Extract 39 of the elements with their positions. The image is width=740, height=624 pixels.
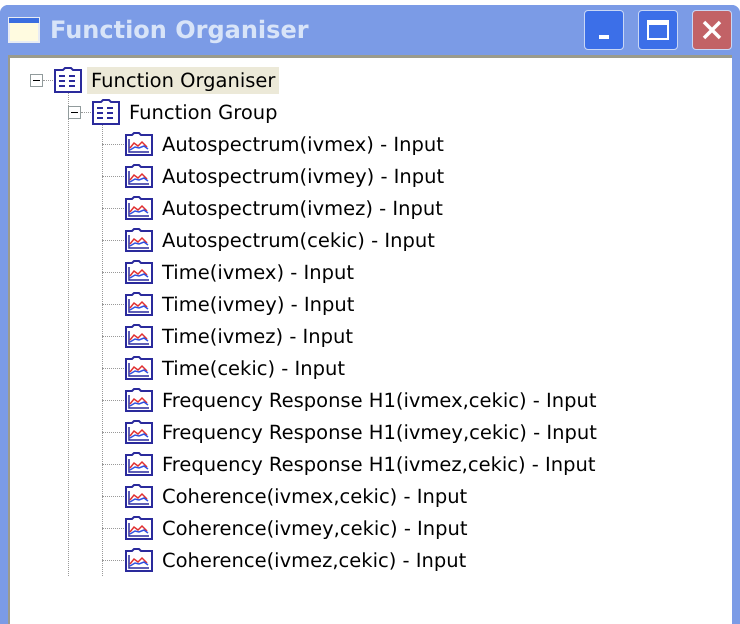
close-icon (700, 18, 724, 42)
tree-item[interactable]: Function Organiser (87, 66, 280, 94)
chart-icon (124, 227, 154, 253)
tree-item[interactable]: Frequency Response H1(ivmez,cekic) - Input (158, 450, 600, 478)
chart-icon (124, 387, 154, 413)
tree-item[interactable]: Frequency Response H1(ivmey,cekic) - Input (158, 418, 601, 446)
chart-icon (124, 547, 154, 573)
collapse-toggle[interactable] (30, 74, 43, 86)
chart-icon (124, 355, 154, 381)
tree-item[interactable]: Autospectrum(ivmex) - Input (158, 130, 448, 158)
chart-icon (124, 515, 154, 541)
tree-item[interactable]: Time(ivmey) - Input (158, 290, 358, 318)
window-title: Function Organiser (50, 16, 310, 44)
chart-icon (124, 163, 154, 189)
document-list-icon (91, 98, 121, 126)
chart-icon (124, 419, 154, 445)
chart-icon (124, 195, 154, 221)
tree-item[interactable]: Coherence(ivmex,cekic) - Input (158, 482, 472, 510)
chart-icon (124, 323, 154, 349)
window-icon (8, 17, 40, 43)
tree-item[interactable]: Coherence(ivmez,cekic) - Input (158, 546, 470, 574)
tree-item[interactable]: Time(cekic) - Input (158, 354, 350, 382)
tree-item[interactable]: Frequency Response H1(ivmex,cekic) - Input (158, 386, 600, 414)
maximize-icon (646, 19, 670, 41)
tree-item[interactable]: Autospectrum(cekic) - Input (158, 226, 439, 254)
minimize-icon (599, 35, 609, 39)
document-list-icon (53, 66, 83, 94)
collapse-toggle[interactable] (68, 106, 81, 118)
chart-icon (124, 291, 154, 317)
tree-item[interactable]: Time(ivmex) - Input (158, 258, 358, 286)
chart-icon (124, 259, 154, 285)
chart-icon (124, 483, 154, 509)
tree-item[interactable]: Autospectrum(ivmez) - Input (158, 194, 447, 222)
tree-item[interactable]: Autospectrum(ivmey) - Input (158, 162, 448, 190)
chart-icon (124, 131, 154, 157)
tree-item[interactable]: Coherence(ivmey,cekic) - Input (158, 514, 472, 542)
tree-item[interactable]: Function Group (125, 98, 282, 126)
tree-item[interactable]: Time(ivmez) - Input (158, 322, 358, 350)
chart-icon (124, 451, 154, 477)
